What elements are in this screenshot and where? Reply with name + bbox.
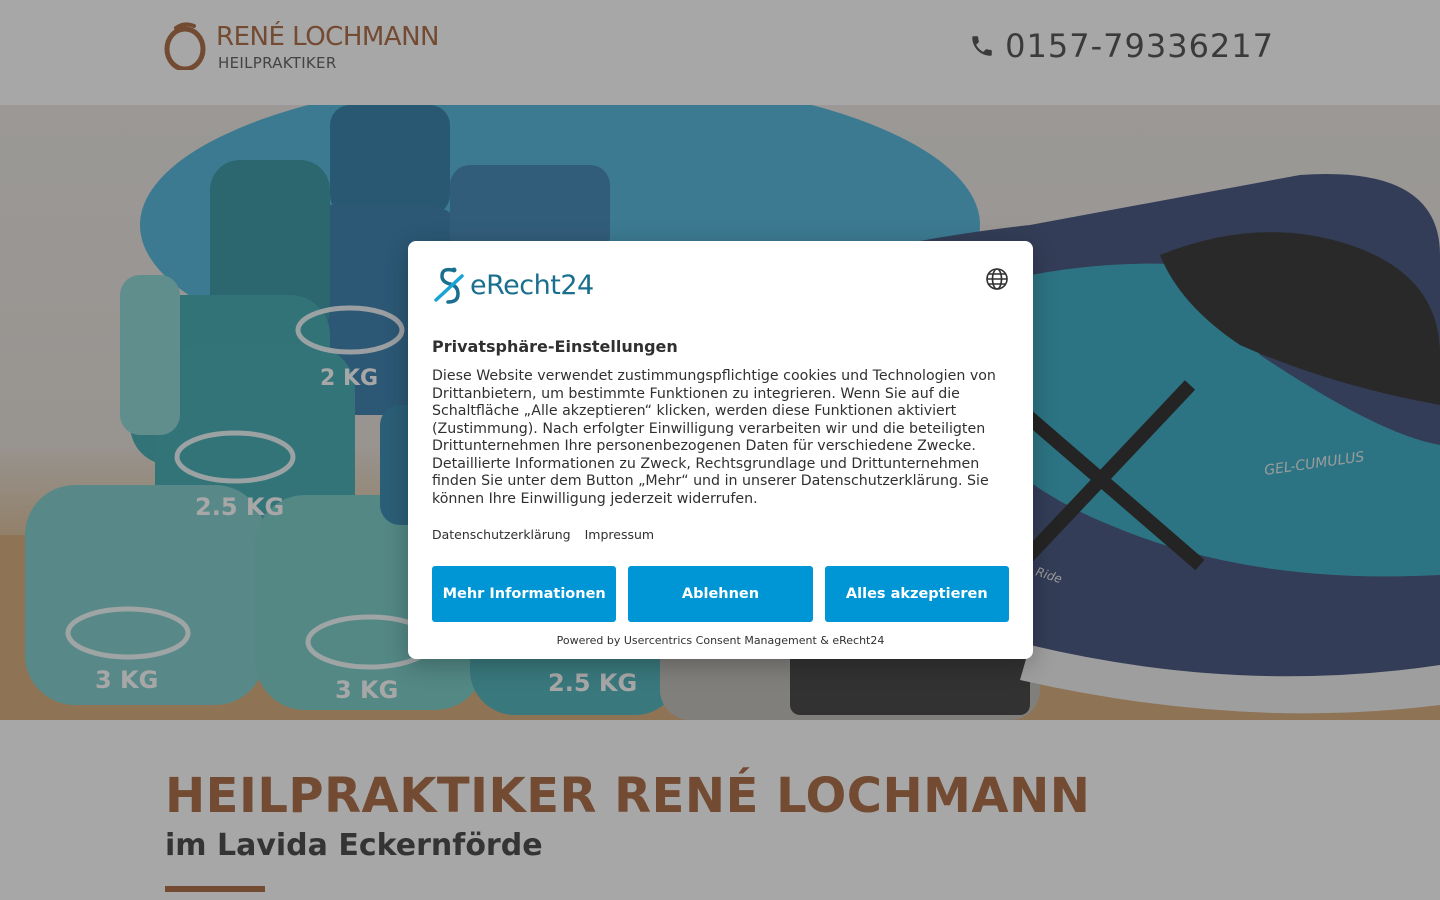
powered-by-text: Powered by Usercentrics Consent Manageme… — [556, 634, 885, 647]
erecht24-logo: eRecht24 — [432, 265, 594, 305]
consent-body: Diese Website verwendet zustimmungspflic… — [432, 368, 996, 507]
imprint-link[interactable]: Impressum — [585, 527, 654, 542]
globe-icon — [986, 268, 1008, 290]
consent-dialog: eRecht24 Privatsphäre-Einstellungen Dies… — [408, 241, 1033, 659]
language-button[interactable] — [985, 267, 1009, 291]
consent-links: Datenschutzerklärung Impressum — [432, 527, 664, 542]
consent-title: Privatsphäre-Einstellungen — [432, 337, 678, 356]
more-info-button[interactable]: Mehr Informationen — [432, 566, 617, 622]
accept-all-button[interactable]: Alles akzeptieren — [824, 566, 1009, 622]
deny-button[interactable]: Ablehnen — [628, 566, 813, 622]
consent-buttons: Mehr Informationen Ablehnen Alles akzept… — [432, 566, 1009, 622]
erecht24-link-icon — [434, 267, 464, 304]
erecht24-brand: eRecht24 — [470, 269, 594, 301]
privacy-policy-link[interactable]: Datenschutzerklärung — [432, 527, 571, 542]
